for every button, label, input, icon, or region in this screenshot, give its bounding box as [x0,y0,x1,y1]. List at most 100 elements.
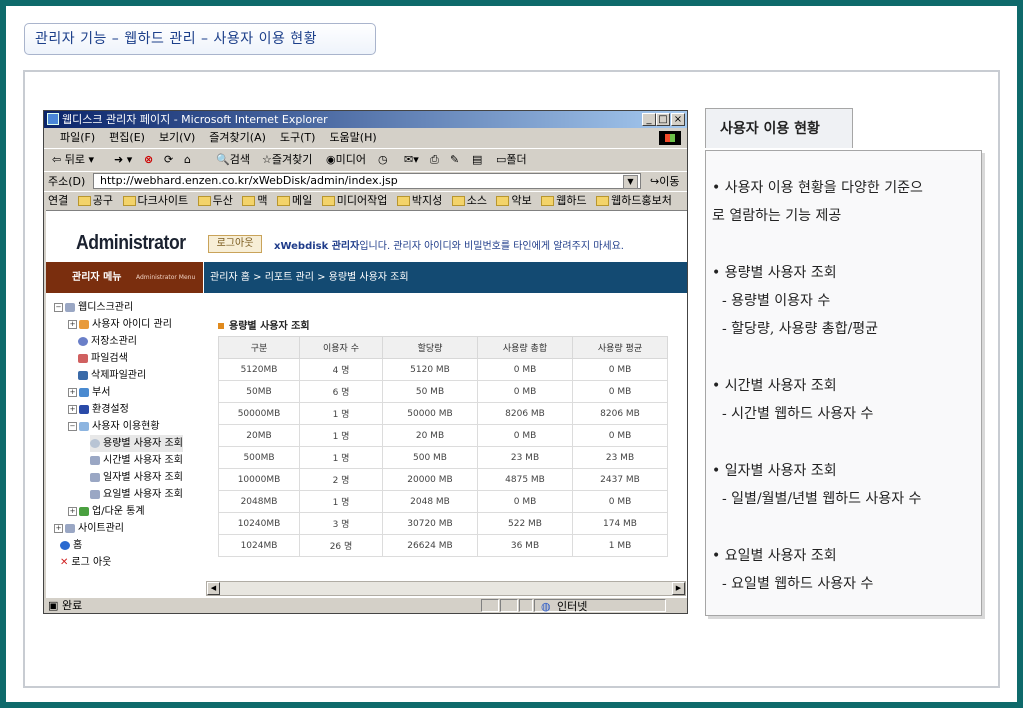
table-cell: 0 MB [572,358,668,381]
table-cell: 1 명 [299,402,383,425]
collapse-icon[interactable]: − [68,421,77,431]
history-icon[interactable]: ◷ [378,149,388,171]
go-button[interactable]: ↪이동 [650,172,679,191]
description-line: - 요일별 웹하드 사용자 수 [722,576,874,592]
tree-item-by-date[interactable]: 일자별 사용자 조회 [90,469,183,486]
link-item[interactable]: 웹하드홍보처 [611,194,672,207]
search-button[interactable]: 🔍검색 [216,149,250,171]
table-cell: 20 MB [382,424,478,447]
edit-icon[interactable]: ✎ [450,149,459,171]
expand-icon[interactable]: + [54,523,63,533]
tree-item-by-time[interactable]: 시간별 사용자 조회 [90,452,183,469]
tree-item-deleted-files[interactable]: 삭제파일관리 [78,367,146,384]
trash-icon [78,370,88,380]
star-icon: ☆ [262,153,272,166]
table-cell: 500MB [218,446,300,469]
collapse-icon[interactable]: − [54,302,63,312]
tree-item-user-usage[interactable]: − 사용자 이용현황 [68,418,160,435]
horizontal-scrollbar[interactable]: ◀ ▶ [206,581,686,596]
settings-icon [79,404,89,414]
favorites-button[interactable]: ☆즐겨찾기 [262,149,312,171]
link-item[interactable]: 박지성 [412,194,442,207]
tree-item-user-id[interactable]: + 사용자 아이디 관리 [68,316,172,333]
page-icon: ▣ [48,599,59,612]
link-item[interactable]: 웹하드 [556,194,586,207]
table-cell: 2048MB [218,490,300,513]
folder-icon [596,196,610,206]
home-icon[interactable]: ⌂ [184,149,191,171]
menu-file[interactable]: 파일(F) [60,129,95,147]
address-bar: 주소(D) http://webhard.enzen.co.kr/xWebDis… [44,171,687,191]
link-item[interactable]: 다크사이트 [138,194,189,207]
back-arrow-icon: ⇦ [52,153,62,166]
description-line: - 용량별 이용자 수 [722,293,831,309]
zone-text: 인터넷 [557,600,588,613]
discuss-icon[interactable]: ▤ [472,149,482,171]
close-button[interactable]: × [671,113,685,126]
browser-window: 웹디스크 관리자 페이지 - Microsoft Internet Explor… [43,110,688,614]
address-input[interactable]: http://webhard.enzen.co.kr/xWebDisk/admi… [93,173,641,189]
media-button[interactable]: ◉미디어 [326,149,366,171]
tree-item-logout[interactable]: ✕ 로그 아웃 [60,554,111,571]
folder-button[interactable]: ▭폴더 [496,149,527,171]
scroll-left-icon[interactable]: ◀ [207,582,220,595]
scroll-right-icon[interactable]: ▶ [672,582,685,595]
tree-item-by-weekday[interactable]: 요일별 사용자 조회 [90,486,183,503]
description-box: • 사용자 이용 현황을 다양한 기준으 로 열람하는 기능 제공 • 용량별 … [705,150,982,616]
expand-icon[interactable]: + [68,319,77,329]
table-cell: 26 명 [299,534,383,557]
forward-button[interactable]: ➜ ▾ [114,149,132,171]
table-cell: 0 MB [477,380,573,403]
site-icon [65,523,75,533]
tree-item-storage[interactable]: 저장소관리 [78,333,137,350]
mail-icon[interactable]: ✉▾ [404,149,419,171]
menu-help[interactable]: 도움말(H) [329,129,376,147]
minimize-button[interactable]: _ [642,113,656,126]
link-item[interactable]: 맥 [257,194,267,207]
table-row: 500MB 1 명 500 MB 23 MB 23 MB [218,446,668,469]
table-row: 5120MB 4 명 5120 MB 0 MB 0 MB [218,358,668,381]
tree-item-home[interactable]: 홈 [60,537,82,554]
slide-title: 관리자 기능 – 웹하드 관리 – 사용자 이용 현황 [24,23,376,55]
table-cell: 8206 MB [477,402,573,425]
folder-icon [242,196,256,206]
table-cell: 1 명 [299,490,383,513]
address-dropdown-icon[interactable]: ▼ [623,175,638,189]
tree-item-file-search[interactable]: 파일검색 [78,350,128,367]
table-cell: 522 MB [477,512,573,535]
link-item[interactable]: 악보 [511,194,531,207]
link-item[interactable]: 두산 [213,194,233,207]
drive-icon [65,302,75,312]
menu-tools[interactable]: 도구(T) [280,129,316,147]
maximize-button[interactable]: □ [656,113,670,126]
logout-button[interactable]: 로그아웃 [208,235,262,253]
link-item[interactable]: 공구 [93,194,113,207]
link-item[interactable]: 메일 [292,194,312,207]
link-item[interactable]: 미디어작업 [337,194,388,207]
table-row: 20MB 1 명 20 MB 0 MB 0 MB [218,424,668,447]
expand-icon[interactable]: + [68,387,77,397]
tree-item-transfer-stats[interactable]: + 업/다운 통계 [68,503,145,520]
table-cell: 2437 MB [572,468,668,491]
table-cell: 4 명 [299,358,383,381]
stop-icon[interactable]: ⊗ [144,149,153,171]
tree-item-site[interactable]: + 사이트관리 [54,520,124,537]
print-icon[interactable]: ⎙ [430,149,439,171]
expand-icon[interactable]: + [68,404,77,414]
back-button[interactable]: ⇦ 뒤로 ▾ [52,149,94,171]
folder-icon [451,196,465,206]
menu-view[interactable]: 보기(V) [159,129,195,147]
refresh-icon[interactable]: ⟳ [164,149,173,171]
menu-edit[interactable]: 편집(E) [109,129,145,147]
user-icon [79,319,89,329]
menu-favorites[interactable]: 즐겨찾기(A) [209,129,266,147]
status-bar: ▣ 완료 ◍ 인터넷 [44,598,687,613]
link-item[interactable]: 소스 [467,194,487,207]
tree-item-webdisk[interactable]: − 웹디스크관리 [54,299,133,316]
tree-item-by-capacity[interactable]: 용량별 사용자 조회 [90,435,183,452]
expand-icon[interactable]: + [68,506,77,516]
tree-item-settings[interactable]: + 환경설정 [68,401,129,418]
report-icon [79,421,89,431]
report-item-icon [90,438,100,448]
tree-item-department[interactable]: + 부서 [68,384,110,401]
